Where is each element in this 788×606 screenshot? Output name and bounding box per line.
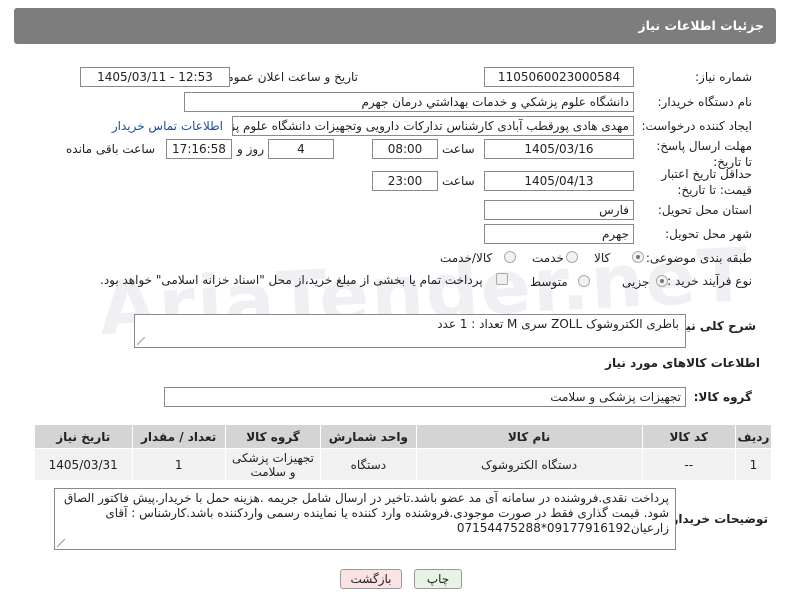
need-number-label: شماره نیاز: [695, 70, 752, 84]
purchase-medium-label: متوسط [530, 275, 568, 289]
cell-unit: دستگاه [320, 448, 417, 481]
col-header-unit: واحد شمارش [320, 424, 417, 449]
days-left-field: 4 [268, 139, 334, 159]
purchase-small-radio[interactable] [656, 275, 668, 287]
category-goods-radio[interactable] [632, 251, 644, 263]
buyer-notes-text: پرداخت نقدی.فروشنده در سامانه آی مد عضو … [64, 491, 669, 535]
buyer-org-label: نام دستگاه خریدار: [657, 95, 753, 109]
need-number-field: 1105060023000584 [484, 67, 634, 87]
payment-note: پرداخت تمام یا بخشی از مبلغ خرید،از محل … [100, 273, 483, 287]
category-service-radio[interactable] [566, 251, 578, 263]
col-header-group: گروه کالا [224, 424, 322, 449]
cell-need-date: 1405/03/31 [34, 448, 133, 481]
purchase-type-label: نوع فرآیند خرید : [667, 274, 752, 288]
reply-time-field: 08:00 [372, 139, 438, 159]
col-header-quantity: تعداد / مقدار [131, 424, 226, 449]
time-left-label: ساعت باقی مانده [66, 142, 156, 156]
buyer-notes-label: توضیحات خریدار: [666, 512, 768, 526]
back-button[interactable]: بازگشت [340, 569, 402, 589]
price-validity-label: حداقل تاریخ اعتبار قیمت: تا تاریخ: [661, 167, 752, 197]
general-desc-field: باطری الکتروشوک ZOLL سری M تعداد : 1 عدد [134, 314, 686, 348]
contact-info-link[interactable]: اطلاعات تماس خریدار [112, 119, 223, 133]
announce-datetime-field: 1405/03/11 - 12:53 [80, 67, 230, 87]
province-label: استان محل تحویل: [657, 203, 752, 217]
category-goods-service-radio[interactable] [504, 251, 516, 263]
goods-info-heading: اطلاعات کالاهای مورد نیاز [605, 356, 760, 370]
table-row: 1 -- دستگاه الکتروشوک دستگاه تجهیزات پزش… [34, 448, 773, 481]
city-field: جهرم [484, 224, 634, 244]
col-header-row-no: ردیف [734, 424, 773, 449]
category-service-label: خدمت [532, 251, 564, 265]
resize-grip-icon[interactable] [137, 337, 145, 345]
day-and-label: روز و [237, 142, 264, 156]
validity-date-field: 1405/04/13 [484, 171, 634, 191]
table-header-row: ردیف کد کالا نام کالا واحد شمارش گروه کا… [34, 424, 773, 449]
cell-row-no: 1 [734, 448, 773, 481]
category-goods-label: کالا [594, 251, 611, 265]
general-desc-text: باطری الکتروشوک ZOLL سری M تعداد : 1 عدد [437, 317, 679, 331]
col-header-item-code: کد کالا [641, 424, 736, 449]
goods-group-field: تجهیزات پزشکی و سلامت [164, 387, 686, 407]
cell-item-code: -- [641, 448, 736, 481]
reply-hour-label: ساعت [442, 142, 475, 156]
cell-quantity: 1 [131, 448, 226, 481]
buyer-notes-field: پرداخت نقدی.فروشنده در سامانه آی مد عضو … [54, 488, 676, 550]
category-label: طبقه بندی موضوعی: [645, 251, 752, 265]
buyer-org-field: دانشگاه علوم پزشكي و خدمات بهداشتي درمان… [184, 92, 634, 112]
treasury-bonds-checkbox[interactable] [496, 273, 508, 285]
hours-left-field: 17:16:58 [166, 139, 232, 159]
city-label: شهر محل تحویل: [665, 227, 752, 241]
panel-header: جزئیات اطلاعات نیاز [14, 8, 776, 44]
col-header-item-name: نام کالا [415, 424, 643, 449]
category-goods-service-label: کالا/خدمت [440, 251, 493, 265]
goods-group-label: گروه کالا: [693, 390, 752, 404]
col-header-need-date: تاریخ نیاز [34, 424, 133, 449]
validity-time-field: 23:00 [372, 171, 438, 191]
cell-item-name: دستگاه الکتروشوک [415, 448, 643, 481]
requester-label: ایجاد کننده درخواست: [641, 119, 752, 133]
reply-date-field: 1405/03/16 [484, 139, 634, 159]
purchase-small-label: جزیی [622, 275, 650, 289]
goods-table: ردیف کد کالا نام کالا واحد شمارش گروه کا… [34, 424, 773, 481]
announce-datetime-label: تاریخ و ساعت اعلان عمومی: [213, 70, 358, 84]
purchase-medium-radio[interactable] [578, 275, 590, 287]
cell-group: تجهیزات پزشکی و سلامت [224, 448, 322, 481]
print-button[interactable]: چاپ [414, 569, 462, 589]
requester-field: مهدی هادی پورقطب آبادی کارشناس تدارکات د… [232, 116, 634, 136]
province-field: فارس [484, 200, 634, 220]
validity-hour-label: ساعت [442, 174, 475, 188]
resize-grip-icon[interactable] [57, 539, 65, 547]
